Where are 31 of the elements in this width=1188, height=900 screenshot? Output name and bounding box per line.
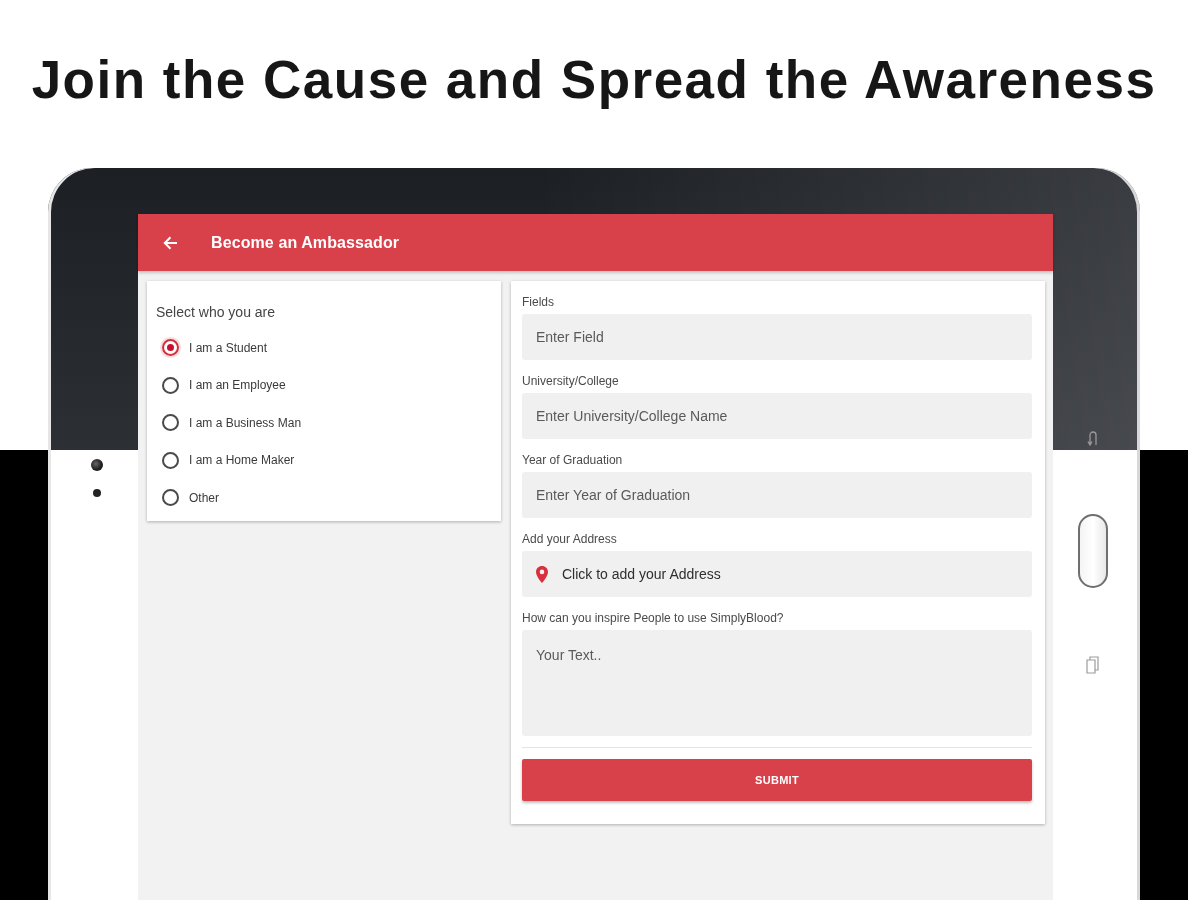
field-label: University/College (522, 373, 620, 389)
radio-label: I am an Employee (189, 378, 286, 393)
return-arrow-icon (1086, 430, 1099, 446)
radio-button[interactable] (162, 489, 179, 507)
field-label: Fields (522, 294, 555, 310)
field-label: Add your Address (522, 531, 618, 547)
text-area[interactable]: Your Text.. (522, 630, 1032, 736)
radio-button[interactable] (162, 339, 179, 357)
input-field[interactable]: Enter Year of Graduation (522, 472, 1032, 518)
app-bar-title: Become an Ambassador (211, 233, 400, 252)
home-key-icon (1077, 514, 1108, 588)
radio-label: I am a Home Maker (189, 453, 295, 468)
radio-label: Other (189, 490, 219, 505)
radio-button[interactable] (162, 376, 179, 394)
sensor-dot-icon (93, 489, 101, 497)
camera-icon (91, 459, 103, 471)
radio-button[interactable] (162, 451, 179, 469)
map-pin-icon (536, 565, 548, 583)
headline: Join the Cause and Spread the Awareness (31, 50, 1157, 110)
field-label: How can you inspire People to use SimplyBlood? (522, 610, 785, 626)
submit-button[interactable]: SUBMIT (522, 759, 1032, 801)
address-picker[interactable]: Click to add your Address (522, 551, 1032, 597)
input-field[interactable]: Enter Field (522, 314, 1032, 360)
field-label: Year of Graduation (522, 452, 624, 468)
radio-label: I am a Student (189, 340, 268, 355)
input-field[interactable]: Enter University/College Name (522, 393, 1032, 439)
back-arrow-icon[interactable] (163, 235, 178, 250)
card-title: Select who you are (156, 303, 277, 321)
radio-button[interactable] (162, 414, 179, 432)
stacked-rectangles-icon (1085, 656, 1100, 674)
radio-label: I am a Business Man (189, 415, 302, 430)
